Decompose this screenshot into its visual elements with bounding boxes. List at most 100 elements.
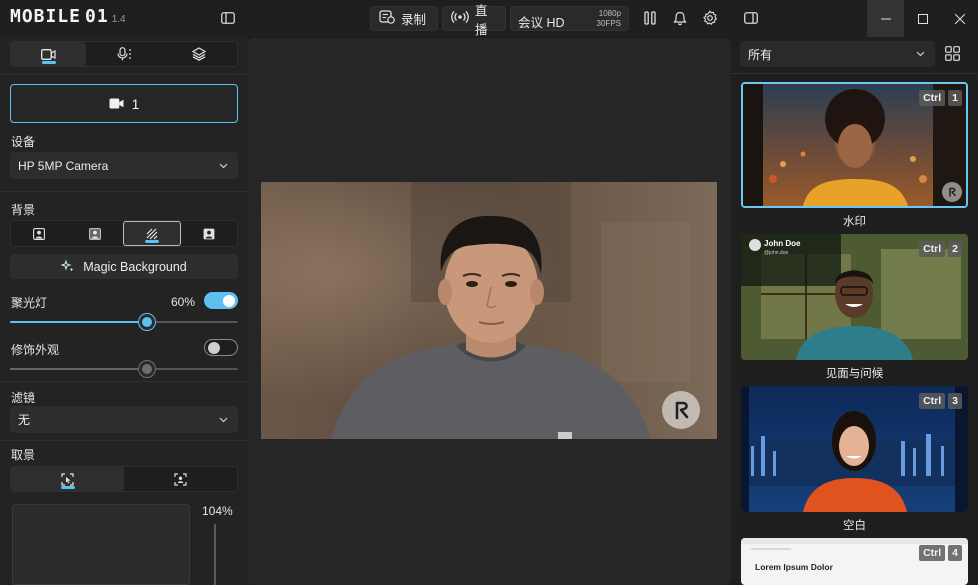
scene-card-meet-greet[interactable]: John Doe @john.doe Ctrl 2 (741, 234, 968, 360)
left-panel: 1 设备 HP 5MP Camera 背景 Magic Background 聚… (0, 37, 247, 585)
bell-icon[interactable] (671, 9, 689, 27)
bg-mode-replace[interactable] (181, 221, 237, 246)
touchup-toggle[interactable] (204, 339, 238, 356)
minimize-icon (880, 18, 891, 19)
shortcut-badge: Ctrl 2 (919, 241, 962, 257)
scene-card-watermark[interactable]: Ctrl 1 (741, 82, 968, 208)
framing-active-indicator (60, 486, 75, 489)
shortcut-number: 1 (948, 90, 962, 106)
touchup-slider[interactable] (10, 361, 238, 377)
maximize-icon (917, 13, 928, 24)
person-blur-icon (89, 227, 101, 240)
framing-auto[interactable] (11, 467, 124, 491)
scene-card-blank[interactable]: Ctrl 3 (741, 386, 968, 512)
chevron-down-icon (916, 51, 925, 57)
card-name: John Doe (764, 239, 801, 248)
tab-layers[interactable] (162, 42, 237, 66)
shortcut-number: 2 (948, 241, 962, 257)
card-handle: @john.doe (764, 250, 788, 256)
chevron-down-icon (219, 163, 228, 168)
device-value: HP 5MP Camera (18, 158, 109, 173)
filter-value: 无 (18, 413, 31, 427)
bg-mode-magic[interactable] (123, 221, 181, 246)
logo-text: MOBILE (10, 6, 82, 27)
spotlight-label: 聚光灯 (11, 296, 48, 310)
filter-label: 滤镜 (11, 391, 36, 405)
video-camera-icon (109, 98, 124, 109)
spotlight-toggle[interactable] (204, 292, 238, 309)
scene-label-meet-greet: 见面与问候 (825, 368, 884, 380)
tab-audio[interactable] (86, 42, 161, 66)
scene-label-blank: 空白 (843, 520, 866, 532)
divider (731, 73, 978, 74)
scene-filter-dropdown[interactable]: 所有 (740, 41, 935, 67)
magic-stripes-icon (146, 228, 158, 239)
touchup-label: 修饰外观 (11, 343, 60, 357)
scene-label-watermark: 水印 (843, 216, 866, 228)
shortcut-ctrl: Ctrl (919, 241, 946, 257)
shortcut-ctrl: Ctrl (919, 545, 946, 561)
background-label: 背景 (11, 203, 36, 217)
person-frame-icon (33, 227, 45, 240)
broadcast-icon (451, 10, 469, 27)
sparkle-icon (61, 259, 74, 271)
framing-label: 取景 (11, 448, 36, 462)
video-source-label: 1 (131, 95, 140, 112)
shortcut-badge: Ctrl 3 (919, 393, 962, 409)
quality-label: 会议 HD (518, 16, 565, 30)
shortcut-badge: Ctrl 1 (919, 90, 962, 106)
spotlight-slider[interactable] (10, 314, 238, 330)
shortcut-number: 3 (948, 393, 962, 409)
microphone-icon (117, 47, 131, 61)
title-bar: MOBILE 01 1.4 录制 直播 会议 HD 1080p 30FPS (0, 0, 978, 37)
live-label: 直播 (475, 3, 488, 37)
minimize-button[interactable] (867, 0, 904, 37)
shortcut-ctrl: Ctrl (919, 90, 946, 106)
scene-card-4[interactable]: Lorem Ipsum Dolor Ctrl 4 (741, 538, 968, 585)
record-label: 录制 (401, 13, 427, 27)
tab-video[interactable] (11, 42, 87, 66)
divider (0, 191, 247, 192)
sidebar-toggle-icon[interactable] (219, 9, 237, 27)
device-dropdown[interactable]: HP 5MP Camera (10, 152, 238, 179)
slider-thumb[interactable] (138, 361, 155, 377)
right-panel-toggle-icon[interactable] (742, 9, 760, 27)
shortcut-number: 4 (948, 545, 962, 561)
logo-sub: 01 (85, 6, 109, 27)
magic-background-button[interactable]: Magic Background (10, 254, 238, 279)
device-label: 设备 (11, 135, 36, 149)
shortcut-badge: Ctrl 4 (919, 545, 962, 561)
video-source-button[interactable]: 1 (10, 84, 238, 123)
framing-face[interactable] (124, 467, 237, 491)
divider (0, 381, 247, 382)
camera-feed-image (261, 182, 717, 439)
record-icon (379, 10, 395, 27)
frame-cursor-icon (61, 472, 74, 486)
zoom-value: 104% (202, 504, 233, 518)
bg-mode-blur[interactable] (67, 221, 123, 246)
shortcut-ctrl: Ctrl (919, 393, 946, 409)
gear-icon[interactable] (701, 9, 719, 27)
quality-res-text: 1080p (598, 9, 621, 18)
maximize-button[interactable] (904, 0, 941, 37)
person-replace-icon (203, 228, 215, 239)
right-panel: 所有 Ctrl 1 水印 John Doe @john.doe Ctrl 2 见… (731, 37, 978, 585)
quality-resolution: 1080p 30FPS (597, 9, 621, 29)
grid-view-icon[interactable] (945, 46, 960, 64)
toggle-knob (208, 341, 220, 354)
zoom-slider[interactable] (214, 524, 216, 585)
app-logo: MOBILE 01 1.4 (10, 7, 126, 27)
record-button[interactable]: 录制 (370, 6, 438, 31)
toggle-knob (223, 294, 235, 307)
close-button[interactable] (941, 0, 978, 37)
framing-preview[interactable] (12, 504, 190, 585)
quality-selector[interactable]: 会议 HD 1080p 30FPS (510, 6, 629, 31)
bg-mode-none[interactable] (11, 221, 67, 246)
live-button[interactable]: 直播 (442, 4, 506, 37)
filter-dropdown[interactable]: 无 (10, 406, 238, 433)
face-frame-icon (174, 472, 187, 486)
slider-thumb[interactable] (138, 314, 155, 330)
mobile-logo-watermark-icon (662, 391, 700, 429)
close-icon (954, 13, 965, 24)
pause-icon[interactable] (641, 9, 659, 27)
